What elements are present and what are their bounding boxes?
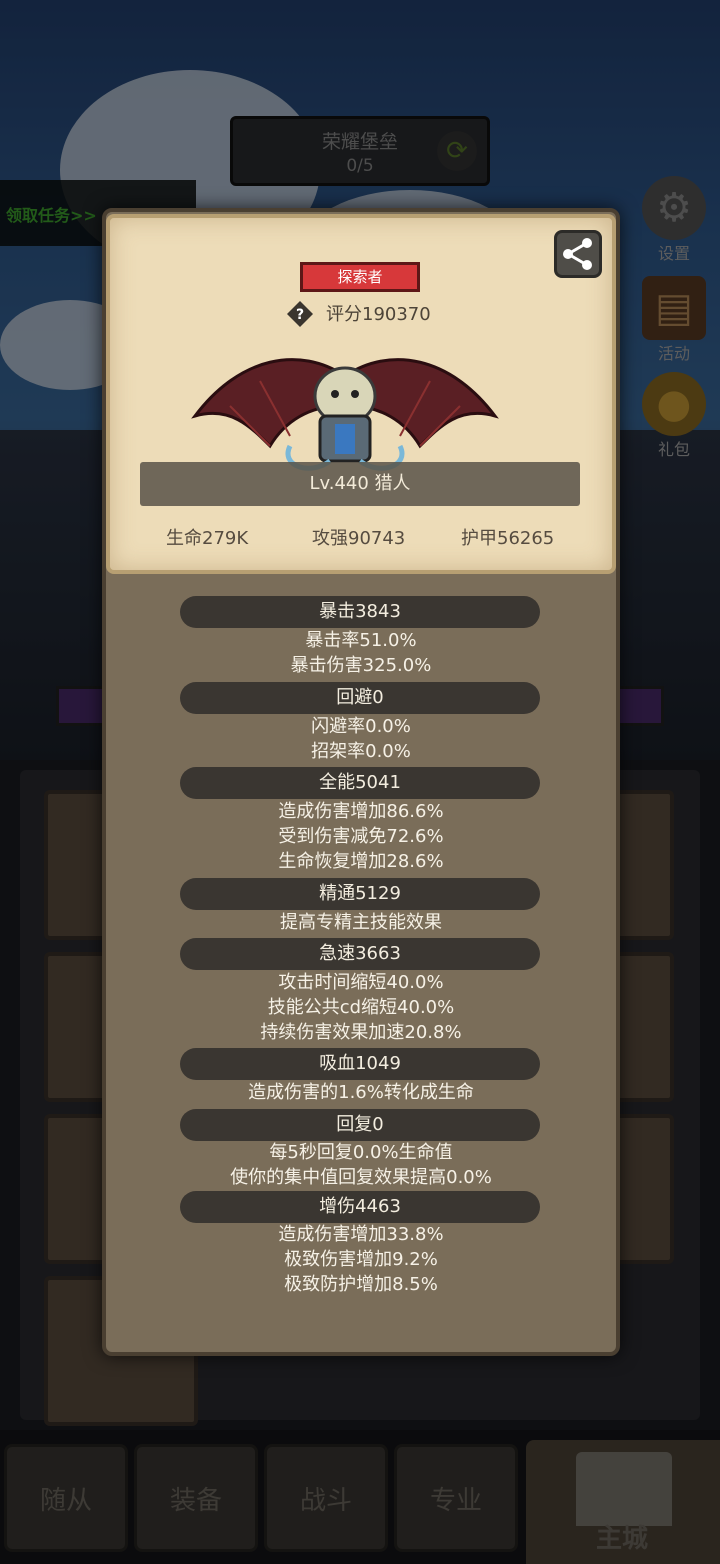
- stat-attack: 攻强90743: [312, 528, 406, 549]
- stat-armor: 护甲56265: [461, 528, 555, 549]
- attr-line: 招架率0.0%: [311, 741, 411, 762]
- attr-line: 暴击率51.0%: [305, 630, 417, 651]
- attr-haste-head: 急速3663: [180, 938, 540, 970]
- attr-recovery-head: 回复0: [180, 1109, 540, 1141]
- attr-line: 每5秒回复0.0%生命值: [269, 1142, 453, 1163]
- attr-line: 造成伤害增加33.8%: [278, 1224, 444, 1245]
- attr-line: 造成伤害的1.6%转化成生命: [248, 1082, 474, 1103]
- attr-mastery-head: 精通5129: [180, 878, 540, 910]
- hero-name-level: Lv.440 猎人: [140, 462, 580, 506]
- share-button[interactable]: [554, 230, 602, 278]
- score-value: 评分190370: [326, 304, 431, 325]
- attr-line: 造成伤害增加86.6%: [278, 801, 444, 822]
- class-badge: 探索者: [300, 262, 420, 292]
- attr-leech-head: 吸血1049: [180, 1048, 540, 1080]
- attr-line: 技能公共cd缩短40.0%: [267, 997, 455, 1018]
- attr-damage-head: 增伤4463: [180, 1191, 540, 1223]
- attr-line: 使你的集中值回复效果提高0.0%: [230, 1167, 492, 1188]
- attr-line: 受到伤害减免72.6%: [278, 826, 444, 847]
- stat-hp: 生命279K: [166, 528, 249, 549]
- attr-avoid-head: 回避0: [180, 682, 540, 714]
- svg-text:?: ?: [296, 307, 304, 323]
- attr-line: 闪避率0.0%: [311, 716, 411, 737]
- share-icon: [563, 238, 592, 270]
- attr-versatility-head: 全能5041: [180, 767, 540, 799]
- attr-crit-head: 暴击3843: [180, 596, 540, 628]
- help-icon[interactable]: ?: [286, 300, 314, 328]
- attr-line: 暴击伤害325.0%: [290, 655, 432, 676]
- attr-line: 生命恢复增加28.6%: [278, 851, 444, 872]
- hero-portrait: [191, 358, 499, 471]
- attr-line: 攻击时间缩短40.0%: [278, 972, 444, 993]
- attr-line: 极致伤害增加9.2%: [284, 1249, 438, 1270]
- attr-line: 持续伤害效果加速20.8%: [260, 1022, 462, 1043]
- attr-line: 极致防护增加8.5%: [284, 1274, 438, 1295]
- attr-line: 提高专精主技能效果: [280, 912, 442, 933]
